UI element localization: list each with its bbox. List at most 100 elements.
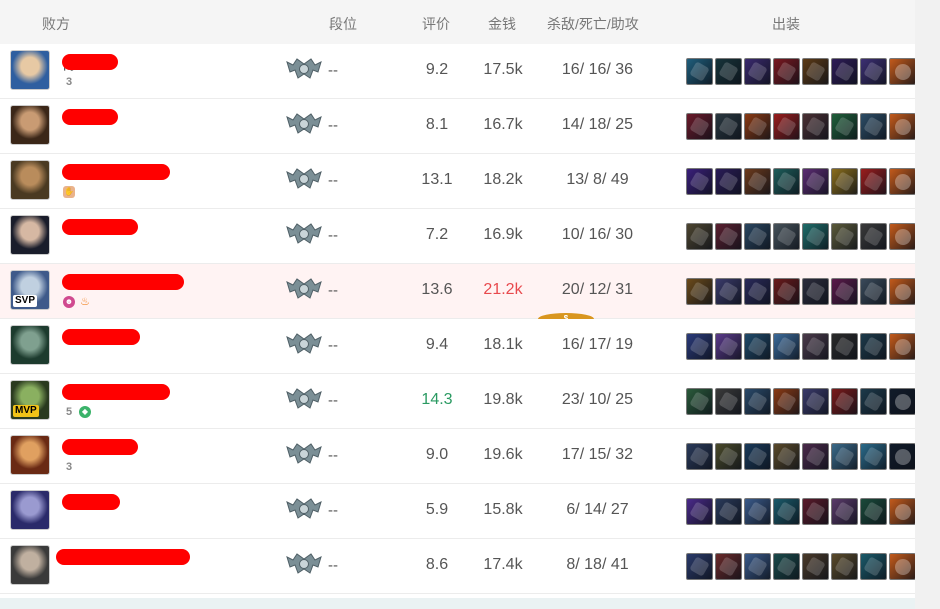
item-icon[interactable]: [744, 168, 771, 195]
item-icon[interactable]: [744, 278, 771, 305]
player-row[interactable]: 陈3--9.217.5k16/ 16/ 36: [0, 44, 916, 99]
item-icon[interactable]: [744, 113, 771, 140]
trinket-icon[interactable]: [889, 223, 916, 250]
champion-avatar[interactable]: [10, 545, 50, 585]
item-icon[interactable]: [773, 113, 800, 140]
item-icon[interactable]: [744, 388, 771, 415]
item-icon[interactable]: [686, 498, 713, 525]
champion-avatar[interactable]: [10, 160, 50, 200]
item-icon[interactable]: [802, 278, 829, 305]
item-icon[interactable]: [860, 553, 887, 580]
item-icon[interactable]: [802, 113, 829, 140]
champion-avatar[interactable]: [10, 325, 50, 365]
item-icon[interactable]: [686, 333, 713, 360]
player-row[interactable]: -- 8.1 16.7k 14/ 18/ 25: [0, 99, 916, 154]
player-row[interactable]: -- 5.9 15.8k 6/ 14/ 27: [0, 484, 916, 539]
trinket-icon[interactable]: [889, 113, 916, 140]
item-icon[interactable]: [686, 223, 713, 250]
item-icon[interactable]: [802, 223, 829, 250]
item-icon[interactable]: [860, 113, 887, 140]
item-icon[interactable]: [831, 113, 858, 140]
item-icon[interactable]: [802, 553, 829, 580]
player-row[interactable]: MVP 5 ◆ -- 14.3 19.8k 23/ 10/ 25: [0, 374, 916, 429]
item-icon[interactable]: [773, 388, 800, 415]
item-icon[interactable]: [831, 223, 858, 250]
champion-avatar[interactable]: [10, 50, 50, 90]
item-icon[interactable]: [860, 388, 887, 415]
item-icon[interactable]: [686, 58, 713, 85]
item-icon[interactable]: [773, 278, 800, 305]
trinket-icon[interactable]: [889, 553, 916, 580]
champion-avatar[interactable]: [10, 105, 50, 145]
item-icon[interactable]: [773, 443, 800, 470]
player-row[interactable]: -- 9.4 18.1k 16/ 17/ 19: [0, 319, 916, 374]
item-icon[interactable]: [744, 58, 771, 85]
item-icon[interactable]: [686, 443, 713, 470]
item-icon[interactable]: [860, 498, 887, 525]
trinket-icon[interactable]: [889, 58, 916, 85]
item-icon[interactable]: [831, 443, 858, 470]
item-icon[interactable]: [773, 498, 800, 525]
item-icon[interactable]: [802, 388, 829, 415]
champion-avatar[interactable]: SVP: [10, 270, 50, 310]
item-icon[interactable]: [715, 168, 742, 195]
trinket-icon[interactable]: [889, 498, 916, 525]
item-icon[interactable]: [715, 553, 742, 580]
player-row[interactable]: -- 7.2 16.9k 10/ 16/ 30: [0, 209, 916, 264]
item-icon[interactable]: [831, 333, 858, 360]
champion-avatar[interactable]: [10, 215, 50, 255]
item-icon[interactable]: [715, 443, 742, 470]
player-row[interactable]: ✋ -- 13.1 18.2k 13/ 8/ 49: [0, 154, 916, 209]
player-row[interactable]: -- 8.6 17.4k 8/ 18/ 41: [0, 539, 916, 594]
player-row[interactable]: SVP$☻♨--13.621.2k20/ 12/ 31: [0, 264, 916, 325]
item-icon[interactable]: [802, 58, 829, 85]
item-icon[interactable]: [715, 388, 742, 415]
item-icon[interactable]: [744, 223, 771, 250]
item-icon[interactable]: [686, 388, 713, 415]
item-icon[interactable]: [744, 333, 771, 360]
item-icon[interactable]: [715, 58, 742, 85]
item-icon[interactable]: [715, 223, 742, 250]
player-row[interactable]: 3 -- 9.0 19.6k 17/ 15/ 32: [0, 429, 916, 484]
item-icon[interactable]: [715, 333, 742, 360]
item-icon[interactable]: [744, 443, 771, 470]
trinket-icon[interactable]: [889, 168, 916, 195]
item-icon[interactable]: [860, 223, 887, 250]
item-icon[interactable]: [831, 498, 858, 525]
item-icon[interactable]: [860, 443, 887, 470]
item-icon[interactable]: [860, 333, 887, 360]
champion-avatar[interactable]: MVP: [10, 380, 50, 420]
item-icon[interactable]: [715, 498, 742, 525]
item-icon[interactable]: [802, 498, 829, 525]
item-icon[interactable]: [860, 278, 887, 305]
item-icon[interactable]: [773, 168, 800, 195]
item-icon[interactable]: [744, 498, 771, 525]
item-icon[interactable]: [744, 553, 771, 580]
item-icon[interactable]: [773, 553, 800, 580]
item-icon[interactable]: [715, 113, 742, 140]
trinket-icon[interactable]: [889, 388, 916, 415]
item-icon[interactable]: [802, 168, 829, 195]
item-icon[interactable]: [860, 168, 887, 195]
item-icon[interactable]: [686, 278, 713, 305]
item-icon[interactable]: [831, 553, 858, 580]
item-icon[interactable]: [831, 168, 858, 195]
champion-avatar[interactable]: [10, 490, 50, 530]
item-icon[interactable]: [686, 113, 713, 140]
item-icon[interactable]: [831, 388, 858, 415]
item-icon[interactable]: [831, 58, 858, 85]
trinket-icon[interactable]: [889, 443, 916, 470]
item-icon[interactable]: [860, 58, 887, 85]
trinket-icon[interactable]: [889, 278, 916, 305]
item-icon[interactable]: [686, 553, 713, 580]
item-icon[interactable]: [773, 223, 800, 250]
scrollbar[interactable]: [915, 0, 940, 609]
champion-avatar[interactable]: [10, 435, 50, 475]
item-icon[interactable]: [802, 333, 829, 360]
item-icon[interactable]: [773, 333, 800, 360]
trinket-icon[interactable]: [889, 333, 916, 360]
item-icon[interactable]: [715, 278, 742, 305]
item-icon[interactable]: [802, 443, 829, 470]
item-icon[interactable]: [831, 278, 858, 305]
item-icon[interactable]: [773, 58, 800, 85]
